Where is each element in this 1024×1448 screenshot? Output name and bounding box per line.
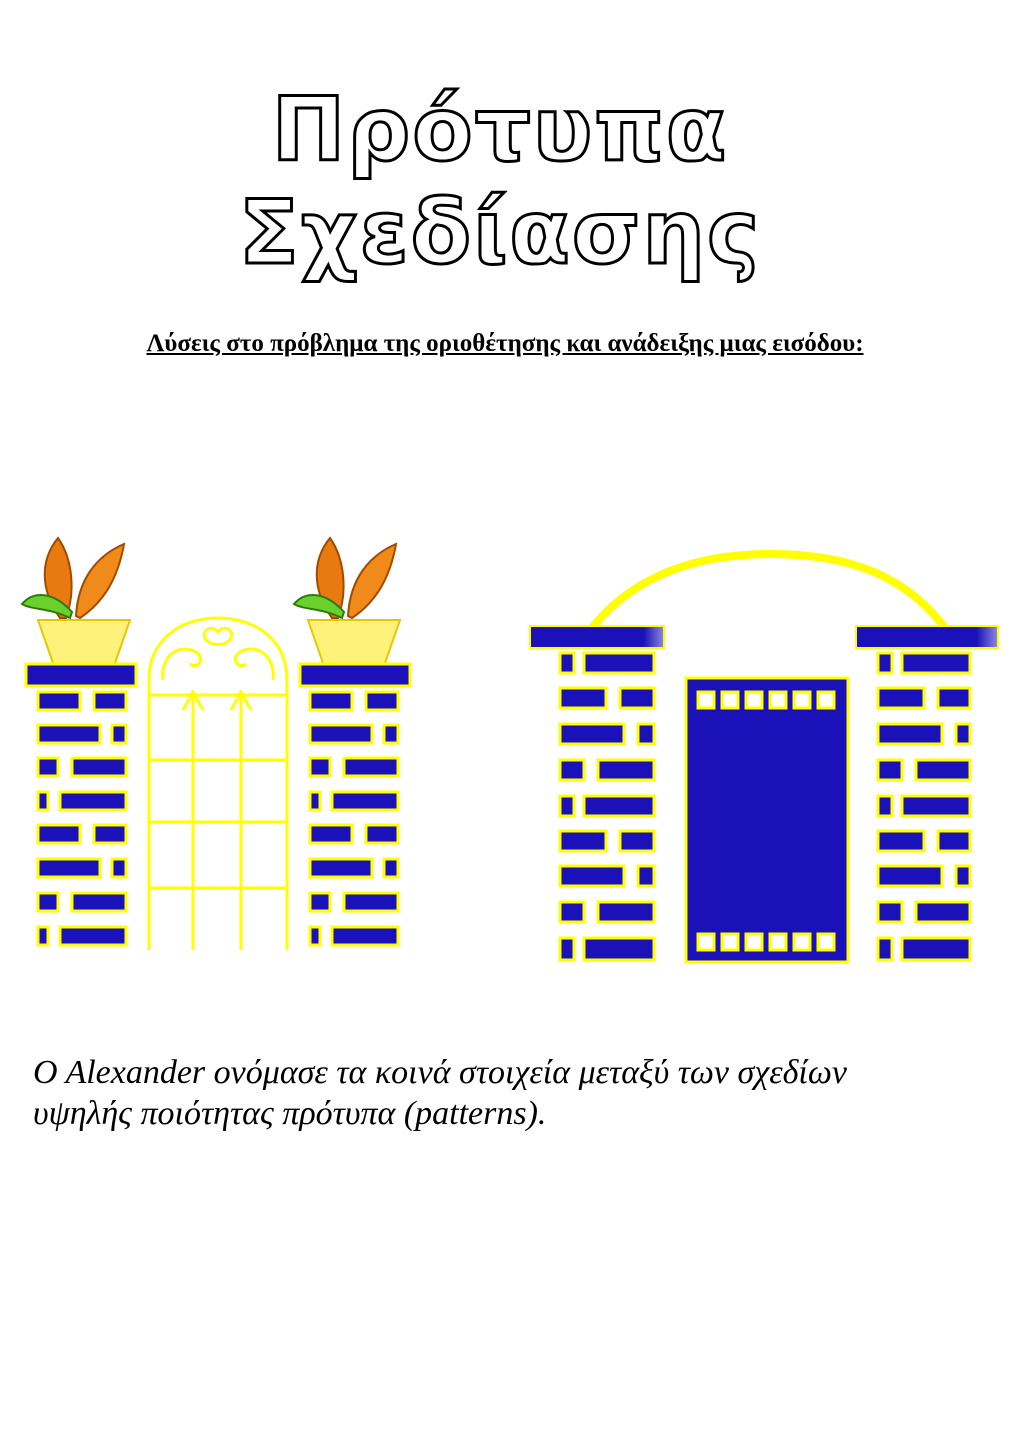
page-title: Πρότυπα Σχεδίασης (237, 77, 762, 286)
left-entrance-illustration (20, 536, 412, 950)
trellis-gate-icon (147, 616, 289, 950)
left-plant-icon (20, 536, 132, 667)
arch-icon (588, 549, 949, 631)
page-subtitle: Λύσεις στο πρόβλημα της οριοθέτησης και … (146, 330, 864, 357)
right-plant-icon (292, 536, 402, 667)
body-line-2: υψηλής ποιότητας πρότυπα (patterns). (33, 1095, 547, 1132)
body-paragraph: O Alexander ονόμασε τα κοινά στοιχεία με… (33, 1052, 993, 1134)
entrance-illustrations (20, 536, 999, 964)
door-icon (684, 676, 850, 964)
body-line-1: O Alexander ονόμασε τα κοινά στοιχεία με… (33, 1054, 847, 1091)
right-entrance-illustration (529, 549, 999, 964)
